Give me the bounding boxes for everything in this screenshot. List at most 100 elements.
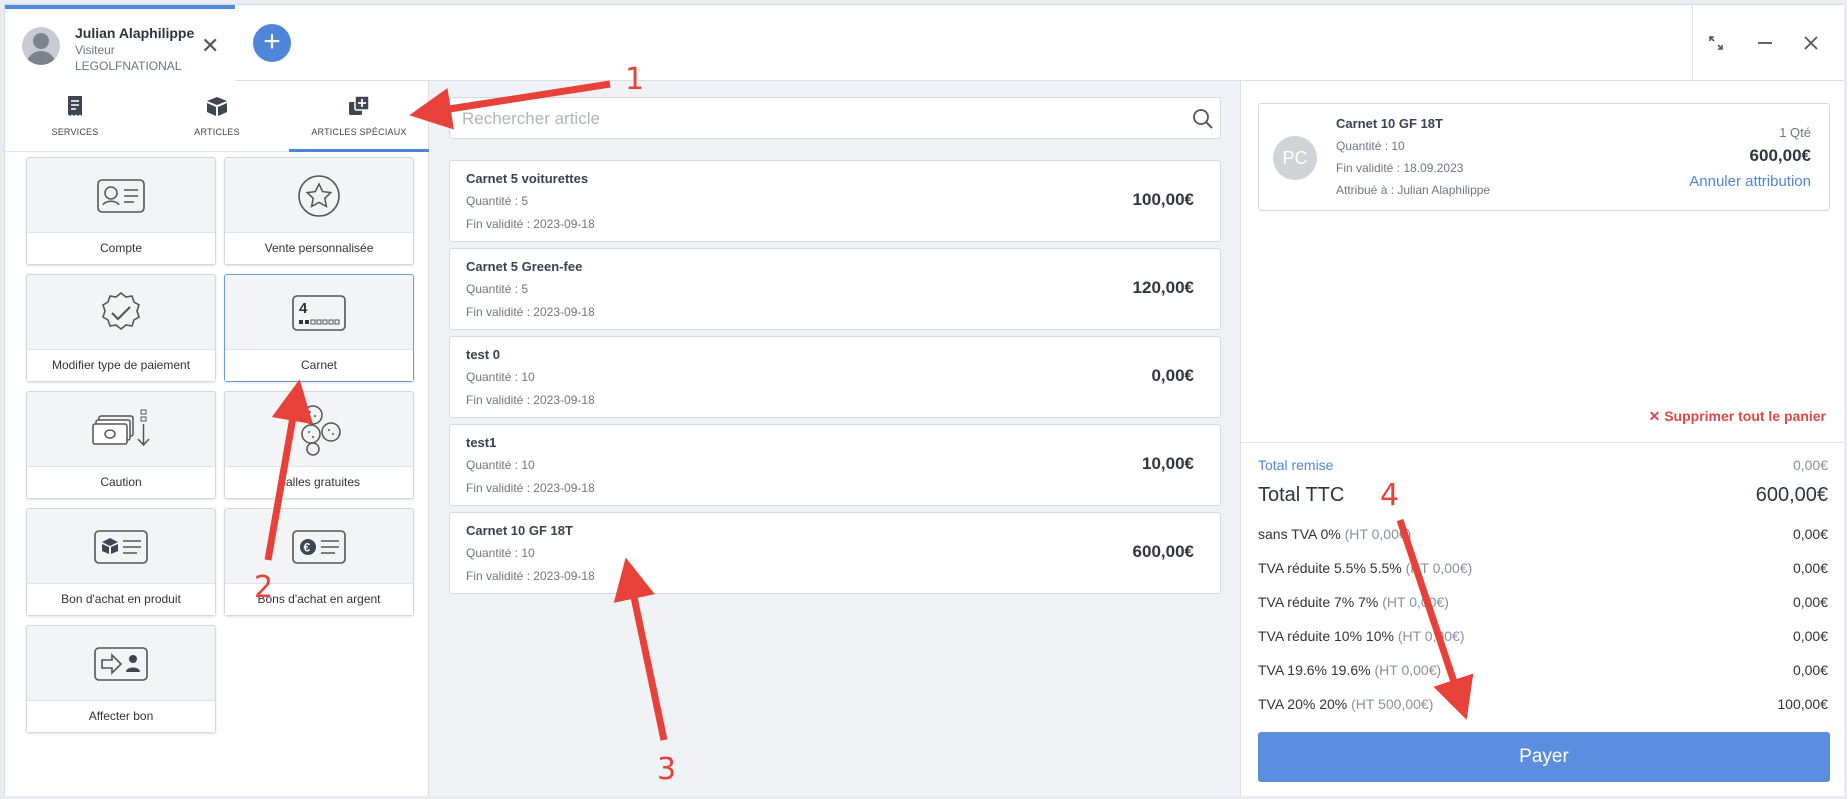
article-name: Carnet 5 Green-fee bbox=[466, 259, 583, 274]
tile-balles-gratuites[interactable]: Balles gratuites bbox=[224, 391, 414, 499]
article-price: 10,00€ bbox=[1142, 454, 1194, 473]
article-quantity: Quantité : 10 bbox=[466, 546, 535, 560]
search-input[interactable] bbox=[462, 106, 1162, 132]
article-validity: Fin validité : 2023-09-18 bbox=[466, 569, 595, 583]
article-quantity: Quantité : 10 bbox=[466, 458, 535, 472]
tax-label: TVA 19.6% 19.6% bbox=[1258, 662, 1371, 678]
customer-tab[interactable]: Julian Alaphilippe Visiteur LEGOLFNATION… bbox=[5, 5, 235, 81]
pay-button[interactable]: Payer bbox=[1258, 732, 1830, 782]
article-price: 100,00€ bbox=[1132, 190, 1194, 209]
customer-role: Visiteur bbox=[75, 43, 115, 57]
app-window: Julian Alaphilippe Visiteur LEGOLFNATION… bbox=[4, 4, 1845, 796]
tax-row: TVA réduite 10% 10% (HT 0,00€) 0,00€ bbox=[1258, 628, 1828, 644]
article-item[interactable]: Carnet 5 Green-fee Quantité : 5 Fin vali… bbox=[449, 248, 1221, 330]
article-quantity: Quantité : 5 bbox=[466, 194, 529, 208]
tax-value: 0,00€ bbox=[1792, 628, 1828, 644]
article-validity: Fin validité : 2023-09-18 bbox=[466, 217, 595, 231]
article-name: Carnet 10 GF 18T bbox=[466, 523, 573, 538]
total-ttc-value: 600,00€ bbox=[1755, 484, 1828, 506]
annotation-number: 1 bbox=[625, 62, 645, 97]
cart-item[interactable]: PC Carnet 10 GF 18T Quantité : 10 Fin va… bbox=[1258, 103, 1830, 211]
cancel-assignment-link[interactable]: Annuler attribution bbox=[1689, 173, 1811, 190]
golf-balls-icon bbox=[301, 404, 341, 456]
tax-value: 0,00€ bbox=[1792, 662, 1828, 678]
tax-row: TVA réduite 5.5% 5.5% (HT 0,00€) 0,00€ bbox=[1258, 560, 1828, 576]
tax-ht: (HT 0,00€) bbox=[1397, 628, 1465, 644]
tile-bons-achat-argent[interactable]: € Bons d'achat en argent bbox=[224, 508, 414, 616]
customer-org: LEGOLFNATIONAL bbox=[75, 59, 182, 73]
euro-card-icon: € bbox=[292, 529, 346, 564]
copy-plus-icon bbox=[349, 95, 370, 115]
tile-caution[interactable]: Caution bbox=[26, 391, 216, 499]
tile-modifier-type-paiement[interactable]: Modifier type de paiement bbox=[26, 274, 216, 382]
tax-label: TVA réduite 7% 7% bbox=[1258, 594, 1379, 610]
tile-label: Caution bbox=[27, 466, 215, 498]
annotation-number: 4 bbox=[1380, 478, 1400, 513]
tile-bon-achat-produit[interactable]: Bon d'achat en produit bbox=[26, 508, 216, 616]
tab-articles-speciaux-label: ARTICLES SPÉCIAUX bbox=[311, 127, 407, 137]
search-icon[interactable] bbox=[1192, 108, 1214, 130]
tax-value: 0,00€ bbox=[1792, 526, 1828, 542]
article-item[interactable]: test 0 Quantité : 10 Fin validité : 2023… bbox=[449, 336, 1221, 418]
tax-row: sans TVA 0% (HT 0,00€) 0,00€ bbox=[1258, 526, 1828, 542]
avatar bbox=[22, 27, 60, 65]
close-window-icon[interactable] bbox=[1788, 5, 1834, 81]
tab-articles-label: ARTICLES bbox=[194, 127, 240, 137]
cash-stack-icon bbox=[92, 409, 150, 446]
total-remise-label: Total remise bbox=[1258, 457, 1334, 473]
tax-label: TVA 20% 20% bbox=[1258, 696, 1348, 712]
tab-articles-speciaux[interactable]: ARTICLES SPÉCIAUX bbox=[289, 81, 429, 152]
annotation-number: 2 bbox=[254, 570, 274, 605]
expand-icon[interactable] bbox=[1692, 5, 1738, 81]
tile-affecter-bon[interactable]: Affecter bon bbox=[26, 625, 216, 733]
article-validity: Fin validité : 2023-09-18 bbox=[466, 305, 595, 319]
id-card-icon bbox=[97, 178, 145, 213]
tile-label: Bon d'achat en produit bbox=[27, 583, 215, 615]
tax-ht: (HT 500,00€) bbox=[1351, 696, 1434, 712]
article-item[interactable]: Carnet 5 voiturettes Quantité : 5 Fin va… bbox=[449, 160, 1221, 242]
receipt-icon bbox=[68, 96, 82, 116]
tax-label: TVA réduite 10% 10% bbox=[1258, 628, 1394, 644]
tile-carnet[interactable]: 4 Carnet bbox=[224, 274, 414, 382]
minimize-icon[interactable] bbox=[1742, 5, 1788, 81]
star-circle-icon bbox=[298, 174, 340, 217]
tile-label: Balles gratuites bbox=[225, 466, 413, 498]
article-price: 120,00€ bbox=[1132, 278, 1194, 297]
clear-cart-button[interactable]: ✕ Supprimer tout le panier bbox=[1649, 408, 1826, 425]
article-validity: Fin validité : 2023-09-18 bbox=[466, 393, 595, 407]
search-box bbox=[449, 97, 1221, 139]
carnet-count: 4 bbox=[299, 300, 308, 317]
ticket-book-icon: 4 bbox=[292, 294, 346, 331]
total-ttc-row: Total TTC 600,00€ bbox=[1258, 484, 1828, 507]
tile-label: Vente personnalisée bbox=[225, 232, 413, 264]
article-name: test 0 bbox=[466, 347, 500, 362]
tab-articles[interactable]: ARTICLES bbox=[147, 81, 287, 152]
article-quantity: Quantité : 10 bbox=[466, 370, 535, 384]
cart-item-assigned: Attribué à : Julian Alaphilippe bbox=[1336, 183, 1491, 197]
cart-item-name: Carnet 10 GF 18T bbox=[1336, 116, 1443, 131]
tile-label: Compte bbox=[27, 232, 215, 264]
divider bbox=[1241, 442, 1845, 443]
article-item[interactable]: Carnet 10 GF 18T Quantité : 10 Fin valid… bbox=[449, 512, 1221, 594]
box-icon bbox=[207, 97, 227, 116]
tax-ht: (HT 0,00€) bbox=[1382, 594, 1449, 610]
article-price: 600,00€ bbox=[1132, 542, 1194, 561]
close-customer-icon[interactable]: ✕ bbox=[201, 35, 219, 57]
cart-item-price: 600,00€ bbox=[1749, 146, 1811, 165]
tax-ht: (HT 0,00€) bbox=[1344, 526, 1412, 542]
cart-item-qty-count: 1 Qté bbox=[1779, 125, 1811, 140]
tab-services[interactable]: SERVICES bbox=[5, 81, 145, 152]
tax-label: TVA réduite 5.5% 5.5% bbox=[1258, 560, 1402, 576]
tax-row: TVA 20% 20% (HT 500,00€) 100,00€ bbox=[1258, 696, 1828, 712]
article-item[interactable]: test1 Quantité : 10 Fin validité : 2023-… bbox=[449, 424, 1221, 506]
tax-ht: (HT 0,00€) bbox=[1405, 560, 1473, 576]
badge-check-icon bbox=[102, 291, 140, 330]
tax-value: 0,00€ bbox=[1792, 560, 1828, 576]
left-panel: SERVICES ARTICLES ARTICLES SPÉCIAUX Comp… bbox=[5, 81, 429, 796]
article-name: test1 bbox=[466, 435, 497, 450]
tile-label: Modifier type de paiement bbox=[27, 349, 215, 381]
article-list-panel: Carnet 5 voiturettes Quantité : 5 Fin va… bbox=[429, 81, 1240, 796]
tile-vente-personnalisee[interactable]: Vente personnalisée bbox=[224, 157, 414, 265]
add-customer-button[interactable]: + bbox=[253, 24, 291, 62]
tile-compte[interactable]: Compte bbox=[26, 157, 216, 265]
